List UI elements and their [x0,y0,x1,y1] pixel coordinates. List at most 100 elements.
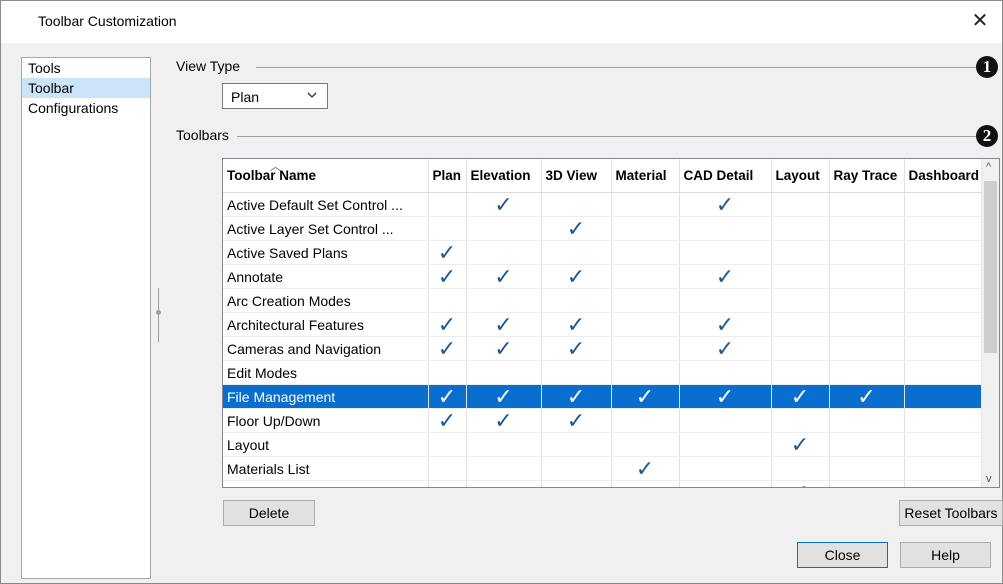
toolbar-name-cell[interactable]: Annotate [223,264,429,289]
check-cell-elevation[interactable] [466,240,542,265]
check-cell-layout[interactable]: ✓ [771,480,830,487]
scrollbar-thumb[interactable] [984,181,997,353]
check-cell-dashboard[interactable] [904,480,985,487]
scroll-down-icon[interactable]: v [986,473,992,485]
check-cell-cad-detail[interactable]: ✓ [679,336,772,361]
check-cell-material[interactable] [611,432,680,457]
toolbar-name-cell[interactable]: Cameras and Navigation [223,336,429,361]
check-cell-elevation[interactable] [466,456,542,481]
check-cell-dashboard[interactable] [904,360,985,385]
check-cell-material[interactable] [611,216,680,241]
table-row[interactable]: Active Saved Plans ✓ [223,240,985,265]
nav-item-configurations[interactable]: Configurations [22,98,150,118]
toolbar-name-cell[interactable]: Active Layer Set Control ... [223,216,429,241]
table-row[interactable]: Materials List ✓ [223,456,985,481]
check-cell-ray-trace[interactable] [829,432,905,457]
check-cell-dashboard[interactable] [904,216,985,241]
check-cell-ray-trace[interactable] [829,240,905,265]
check-cell-ray-trace[interactable] [829,480,905,487]
check-cell-dashboard[interactable] [904,408,985,433]
check-cell-layout[interactable] [771,408,830,433]
check-cell-cad-detail[interactable]: ✓ [679,384,772,409]
check-cell-plan[interactable]: ✓ [428,264,467,289]
check-cell-ray-trace[interactable] [829,456,905,481]
toolbar-name-cell[interactable]: Floor Up/Down [223,408,429,433]
check-cell-material[interactable]: ✓ [611,384,680,409]
check-cell-plan[interactable] [428,480,467,487]
table-row[interactable]: Active Default Set Control ... ✓ ✓ [223,192,985,217]
table-row[interactable]: Arc Creation Modes [223,288,985,313]
toolbar-name-cell[interactable]: Arc Creation Modes [223,288,429,313]
toolbar-name-cell[interactable]: Active Saved Plans [223,240,429,265]
nav-item-toolbar[interactable]: Toolbar [22,78,150,98]
check-cell-cad-detail[interactable] [679,288,772,313]
check-cell-material[interactable]: ✓ [611,456,680,481]
check-cell-plan[interactable] [428,456,467,481]
check-cell-cad-detail[interactable] [679,408,772,433]
table-row[interactable]: Page Management ✓ [223,480,985,487]
table-row[interactable]: Floor Up/Down ✓ ✓ ✓ [223,408,985,433]
check-cell-dashboard[interactable] [904,312,985,337]
delete-button[interactable]: Delete [223,500,315,526]
check-cell-elevation[interactable]: ✓ [466,192,542,217]
check-cell-3d-view[interactable]: ✓ [541,336,612,361]
toolbar-name-cell[interactable]: Layout [223,432,429,457]
check-cell-layout[interactable] [771,192,830,217]
check-cell-cad-detail[interactable] [679,432,772,457]
close-icon[interactable]: ✕ [968,9,992,33]
check-cell-3d-view[interactable] [541,432,612,457]
check-cell-plan[interactable]: ✓ [428,240,467,265]
check-cell-cad-detail[interactable] [679,216,772,241]
check-cell-layout[interactable] [771,216,830,241]
check-cell-ray-trace[interactable] [829,264,905,289]
table-row[interactable]: Layout ✓ [223,432,985,457]
check-cell-elevation[interactable]: ✓ [466,408,542,433]
column-header-3d-view[interactable]: 3D View [541,159,612,193]
column-header-dashboard[interactable]: Dashboard [904,159,985,193]
check-cell-cad-detail[interactable] [679,480,772,487]
toolbar-name-cell[interactable]: Edit Modes [223,360,429,385]
check-cell-3d-view[interactable] [541,480,612,487]
check-cell-dashboard[interactable] [904,264,985,289]
check-cell-cad-detail[interactable]: ✓ [679,312,772,337]
column-header-cad-detail[interactable]: CAD Detail [679,159,772,193]
check-cell-layout[interactable] [771,240,830,265]
check-cell-plan[interactable] [428,288,467,313]
table-row[interactable]: Active Layer Set Control ... ✓ [223,216,985,241]
column-header-plan[interactable]: Plan [428,159,467,193]
check-cell-elevation[interactable] [466,288,542,313]
check-cell-material[interactable] [611,360,680,385]
check-cell-ray-trace[interactable] [829,336,905,361]
check-cell-layout[interactable]: ✓ [771,432,830,457]
check-cell-dashboard[interactable] [904,384,985,409]
toolbar-name-cell[interactable]: Page Management [223,480,429,487]
check-cell-cad-detail[interactable] [679,240,772,265]
check-cell-ray-trace[interactable] [829,216,905,241]
check-cell-layout[interactable] [771,336,830,361]
check-cell-layout[interactable] [771,312,830,337]
check-cell-elevation[interactable] [466,216,542,241]
table-row[interactable]: Edit Modes [223,360,985,385]
check-cell-3d-view[interactable] [541,288,612,313]
check-cell-ray-trace[interactable]: ✓ [829,384,905,409]
check-cell-cad-detail[interactable] [679,360,772,385]
check-cell-cad-detail[interactable]: ✓ [679,192,772,217]
check-cell-elevation[interactable]: ✓ [466,264,542,289]
check-cell-layout[interactable] [771,456,830,481]
check-cell-material[interactable] [611,192,680,217]
check-cell-plan[interactable]: ✓ [428,408,467,433]
vertical-scrollbar[interactable]: ^ v [981,159,999,487]
nav-item-tools[interactable]: Tools [22,58,150,78]
check-cell-ray-trace[interactable] [829,192,905,217]
check-cell-3d-view[interactable]: ✓ [541,264,612,289]
reset-toolbars-button[interactable]: Reset Toolbars [899,500,1003,526]
check-cell-elevation[interactable] [466,360,542,385]
check-cell-ray-trace[interactable] [829,360,905,385]
check-cell-elevation[interactable]: ✓ [466,384,542,409]
column-header-elevation[interactable]: Elevation [466,159,542,193]
table-row[interactable]: Annotate ✓ ✓ ✓ ✓ [223,264,985,289]
table-row[interactable]: Cameras and Navigation ✓ ✓ ✓ ✓ [223,336,985,361]
splitter-grip[interactable] [156,310,161,315]
toolbar-name-cell[interactable]: Materials List [223,456,429,481]
check-cell-cad-detail[interactable]: ✓ [679,264,772,289]
